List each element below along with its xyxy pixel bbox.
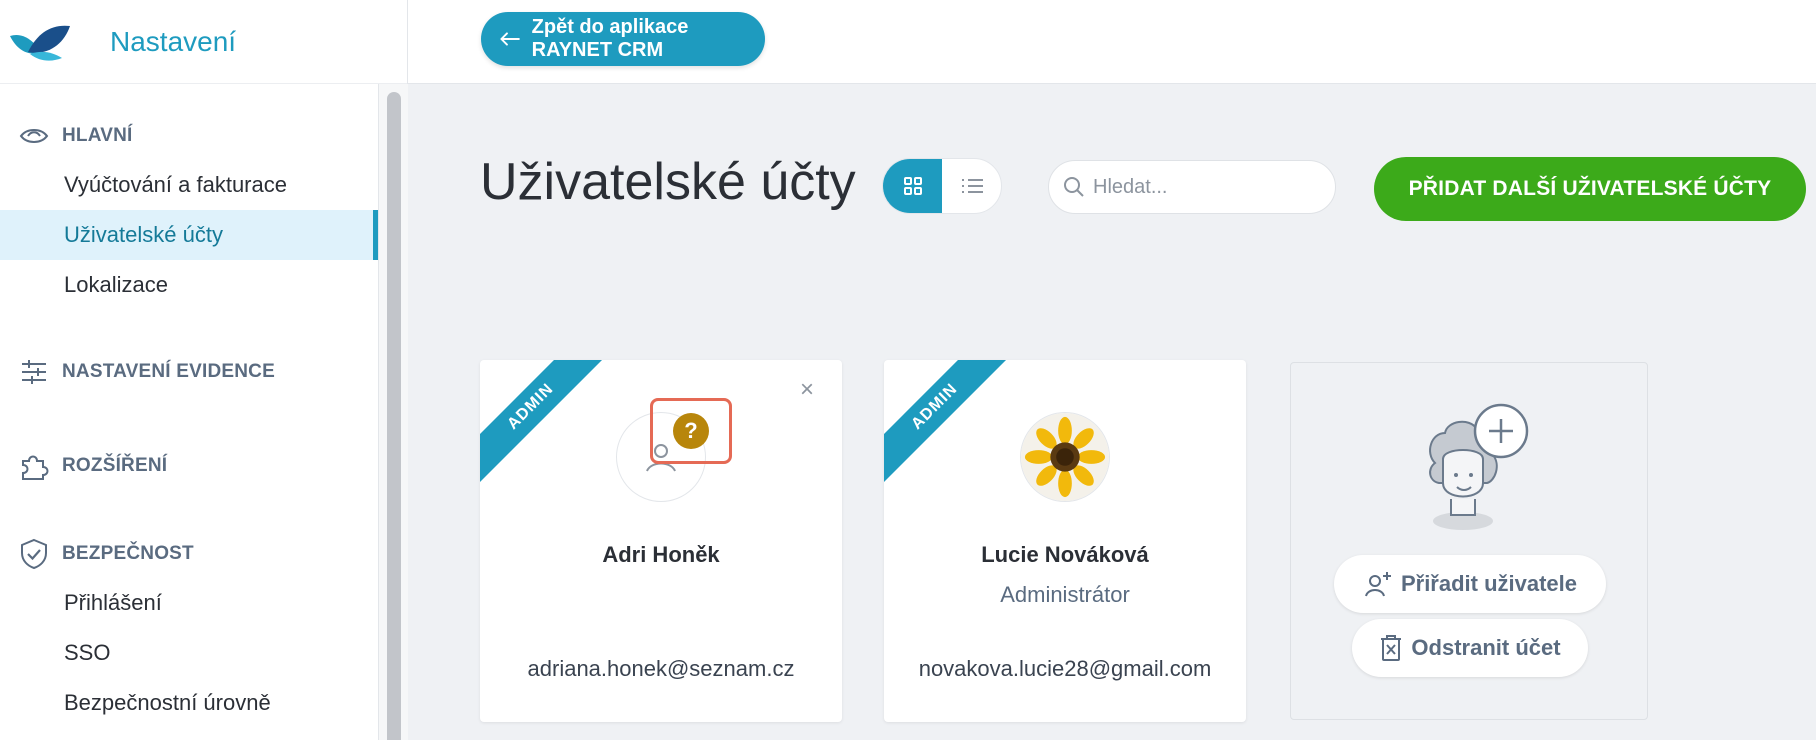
- sidebar-item-sso[interactable]: SSO: [0, 628, 378, 678]
- list-icon: [961, 179, 983, 193]
- raynet-logo[interactable]: [8, 22, 72, 62]
- user-email: adriana.honek@seznam.cz: [527, 656, 795, 681]
- sidebar-item-login[interactable]: Přihlášení: [0, 578, 378, 628]
- sidebar-item-billing[interactable]: Vyúčtování a fakturace: [0, 160, 378, 210]
- user-add-icon: [1364, 572, 1391, 597]
- user-role: Administrátor: [1000, 582, 1130, 607]
- user-card[interactable]: ADMIN × ? Adri Honěk adriana.honek@sezna…: [480, 360, 842, 722]
- close-icon[interactable]: ×: [800, 376, 814, 404]
- user-name: Adri Honěk: [602, 542, 720, 567]
- search-box: [1048, 160, 1336, 214]
- add-account-card: Přiřadit uživatele Odstranit účet: [1290, 362, 1648, 720]
- topbar: Zpět do aplikace RAYNET CRM: [408, 0, 1816, 84]
- admin-ribbon: ADMIN: [480, 360, 611, 487]
- section-label: BEZPEČNOST: [62, 543, 194, 564]
- sliders-icon: [18, 357, 50, 387]
- user-email: novakova.lucie28@gmail.com: [918, 656, 1212, 681]
- list-view-button[interactable]: [942, 159, 1001, 213]
- page-title: Uživatelské účty: [480, 153, 856, 211]
- section-header-extensions[interactable]: ROZŠÍŘENÍ: [0, 448, 378, 484]
- help-badge[interactable]: ?: [650, 398, 732, 464]
- search-input[interactable]: [1093, 175, 1323, 199]
- assign-user-label: Přiřadit uživatele: [1400, 571, 1578, 596]
- section-security: BEZPEČNOST Přihlášení SSO Bezpečnostní ú…: [0, 536, 378, 728]
- trash-icon: [1381, 635, 1402, 661]
- section-header-evidence[interactable]: NASTAVENÍ EVIDENCE: [0, 354, 378, 390]
- shield-check-icon: [18, 538, 50, 570]
- grid-icon: [903, 177, 922, 195]
- remove-account-label: Odstranit účet: [1411, 635, 1561, 660]
- assign-user-button[interactable]: Přiřadit uživatele: [1334, 555, 1606, 613]
- section-header-hlavni[interactable]: HLAVNÍ: [0, 118, 378, 154]
- eye-icon: [18, 121, 50, 151]
- section-hlavni: HLAVNÍ Vyúčtování a fakturace Uživatelsk…: [0, 118, 378, 310]
- add-user-accounts-button[interactable]: PŘIDAT DALŠÍ UŽIVATELSKÉ ÚČTY: [1374, 157, 1806, 221]
- question-icon: ?: [673, 413, 709, 449]
- sidebar-item-security-levels[interactable]: Bezpečnostní úrovně: [0, 678, 378, 728]
- sunflower-avatar: [1021, 413, 1109, 501]
- back-to-crm-button[interactable]: Zpět do aplikace RAYNET CRM: [481, 12, 765, 66]
- section-label: NASTAVENÍ EVIDENCE: [62, 361, 275, 382]
- puzzle-icon: [18, 451, 50, 481]
- admin-ribbon: ADMIN: [884, 360, 1015, 487]
- arrow-left-icon: [500, 32, 520, 46]
- avatar: [1020, 412, 1110, 502]
- section-label: HLAVNÍ: [62, 125, 133, 146]
- scroll-thumb[interactable]: [387, 92, 401, 740]
- search-icon: [1064, 177, 1084, 197]
- user-name: Lucie Nováková: [981, 542, 1149, 567]
- sidebar-item-user-accounts[interactable]: Uživatelské účty: [0, 210, 378, 260]
- section-evidence: NASTAVENÍ EVIDENCE: [0, 354, 378, 390]
- section-label: ROZŠÍŘENÍ: [62, 455, 168, 476]
- app-title: Nastavení: [110, 25, 237, 57]
- sidebar-scrollbar[interactable]: [378, 84, 408, 740]
- sidebar: Nastavení HLAVNÍ Vyúčtování a fakturace …: [0, 0, 408, 740]
- remove-account-button[interactable]: Odstranit účet: [1352, 619, 1588, 677]
- add-user-illustration: [1429, 403, 1529, 530]
- section-extensions: ROZŠÍŘENÍ: [0, 448, 378, 484]
- view-toggle: [882, 158, 1002, 214]
- sidebar-header: Nastavení: [0, 0, 407, 84]
- section-header-security[interactable]: BEZPEČNOST: [0, 536, 378, 572]
- grid-view-button[interactable]: [883, 159, 942, 213]
- user-card[interactable]: ADMIN Lucie Nováková Administrátor novak…: [884, 360, 1246, 722]
- back-label: Zpět do aplikace RAYNET CRM: [531, 16, 689, 61]
- sidebar-item-localization[interactable]: Lokalizace: [0, 260, 378, 310]
